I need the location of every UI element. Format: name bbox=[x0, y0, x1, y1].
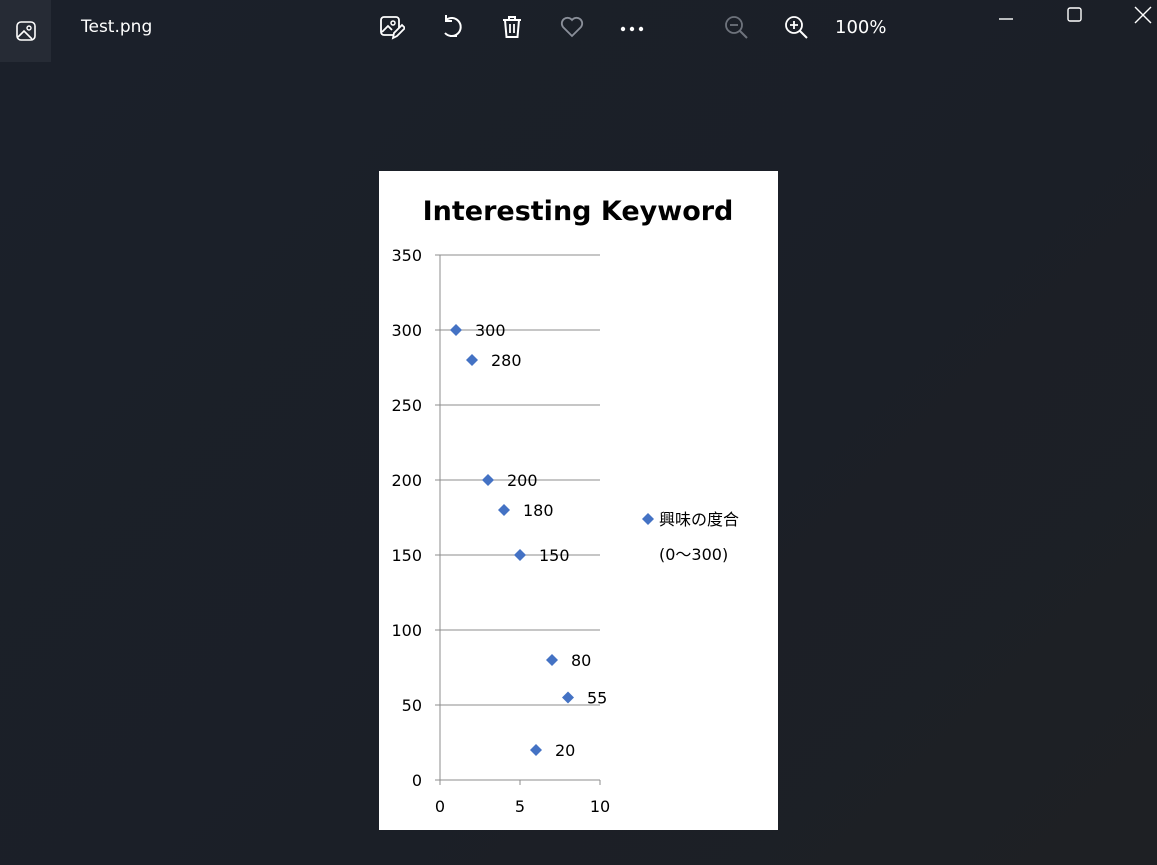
data-point bbox=[450, 324, 462, 336]
data-points bbox=[450, 324, 574, 756]
edit-image-icon bbox=[380, 16, 405, 40]
photos-app-icon bbox=[15, 21, 36, 41]
more-icon bbox=[620, 26, 644, 32]
x-tick-label: 0 bbox=[435, 797, 445, 816]
data-labels: 300 280 200 180 150 20 80 55 bbox=[475, 321, 607, 760]
rotate-icon bbox=[444, 15, 462, 37]
favorite-button[interactable] bbox=[557, 12, 587, 42]
data-point bbox=[466, 354, 478, 366]
data-label: 280 bbox=[491, 351, 522, 370]
data-point bbox=[562, 691, 574, 704]
chart-title: Interesting Keyword bbox=[423, 196, 734, 227]
scatter-chart: Interesting Keyword 05010015020025030035… bbox=[391, 196, 739, 816]
delete-button[interactable] bbox=[497, 12, 527, 42]
edit-image-button[interactable] bbox=[377, 12, 407, 42]
x-tick-label: 5 bbox=[515, 797, 525, 816]
minimize-icon bbox=[999, 18, 1013, 20]
favorite-icon bbox=[560, 16, 584, 38]
zoom-level[interactable]: 100% bbox=[835, 17, 886, 38]
data-point bbox=[498, 504, 510, 516]
data-point bbox=[482, 474, 494, 486]
data-point bbox=[514, 549, 526, 561]
zoom-out-icon bbox=[725, 16, 748, 39]
zoom-in-button[interactable] bbox=[781, 12, 811, 42]
legend: 興味の度合 (0〜300) bbox=[642, 510, 739, 564]
data-label: 300 bbox=[475, 321, 506, 340]
legend-label: 興味の度合 bbox=[659, 510, 739, 529]
y-tick-label: 300 bbox=[391, 321, 422, 340]
more-options-button[interactable] bbox=[617, 12, 647, 42]
zoom-in-icon bbox=[785, 16, 808, 39]
data-label: 180 bbox=[523, 501, 554, 520]
y-tick-label: 200 bbox=[391, 471, 422, 490]
app-menu-button[interactable] bbox=[0, 0, 51, 62]
data-label: 200 bbox=[507, 471, 538, 490]
data-label: 55 bbox=[587, 689, 607, 708]
y-tick-label: 250 bbox=[391, 396, 422, 415]
data-label: 150 bbox=[539, 546, 570, 565]
data-label: 80 bbox=[571, 651, 591, 670]
image-canvas: Interesting Keyword 0 50 100 150 200 250 300 35… bbox=[379, 171, 778, 830]
close-button[interactable] bbox=[1123, 0, 1157, 30]
maximize-button[interactable] bbox=[1055, 0, 1095, 30]
file-name: Test.png bbox=[81, 17, 153, 37]
data-label: 20 bbox=[555, 741, 575, 760]
x-tick-label: 10 bbox=[590, 797, 610, 816]
y-tick-label: 150 bbox=[391, 546, 422, 565]
y-tick-label: 50 bbox=[402, 696, 422, 715]
legend-label: (0〜300) bbox=[659, 545, 728, 564]
y-tick-label: 0 bbox=[412, 771, 422, 790]
y-tick-label: 350 bbox=[391, 246, 422, 265]
close-icon bbox=[1134, 6, 1152, 24]
data-point bbox=[530, 744, 542, 756]
title-bar: Test.png 100% bbox=[0, 0, 1157, 62]
legend-marker bbox=[642, 513, 654, 525]
zoom-out-button[interactable] bbox=[721, 12, 751, 42]
y-tick-label: 100 bbox=[391, 621, 422, 640]
data-point bbox=[546, 654, 558, 666]
maximize-icon bbox=[1067, 7, 1082, 22]
minimize-button[interactable] bbox=[986, 0, 1026, 30]
delete-icon bbox=[503, 16, 521, 38]
rotate-button[interactable] bbox=[437, 12, 467, 42]
